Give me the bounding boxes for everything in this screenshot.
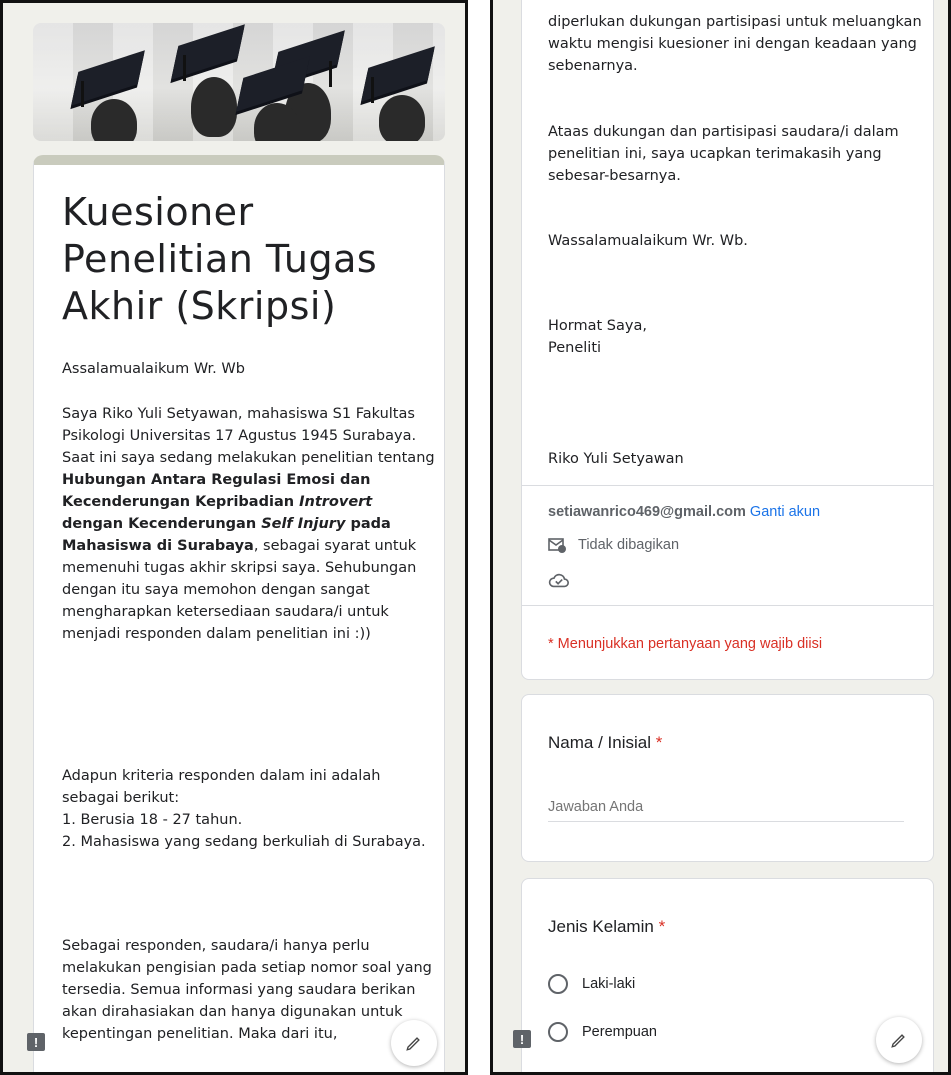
radio-button[interactable] — [548, 1022, 568, 1042]
edit-pencil-button[interactable] — [391, 1020, 437, 1066]
radio-button[interactable] — [548, 974, 568, 994]
form-title: Kuesioner Penelitian Tugas Akhir (Skrips… — [62, 190, 378, 328]
intro-paragraph: Saya Riko Yuli Setyawan, mahasiswa S1 Fa… — [62, 406, 435, 642]
right-screenshot-panel: diperlukan dukungan partisipasi untuk me… — [490, 0, 951, 1075]
not-shared-row: Tidak dibagikan — [548, 537, 679, 553]
question-title: Jenis Kelamin * — [548, 917, 666, 936]
not-shared-label: Tidak dibagikan — [578, 537, 680, 553]
pencil-icon — [406, 1037, 420, 1051]
description-paragraph-3: Wassalamualaikum Wr. Wb. — [548, 233, 748, 249]
description-paragraph-1: diperlukan dukungan partisipasi untuk me… — [548, 14, 922, 74]
closing-paragraph: Sebagai responden, saudara/i hanya perlu… — [62, 938, 432, 1042]
left-screenshot-panel: Kuesioner Penelitian Tugas Akhir (Skrips… — [0, 0, 468, 1075]
email-not-shared-icon — [548, 538, 566, 553]
criteria-block: Adapun kriteria responden dalam ini adal… — [62, 768, 426, 850]
question-title: Nama / Inisial * — [548, 733, 663, 752]
feedback-icon[interactable]: ! — [27, 1033, 45, 1051]
question-card-nama: Nama / Inisial * — [521, 694, 934, 862]
form-header-card: Kuesioner Penelitian Tugas Akhir (Skrips… — [33, 155, 445, 1072]
description-paragraph-2: Ataas dukungan dan partisipasi saudara/i… — [548, 124, 899, 184]
signature-text: Riko Yuli Setyawan — [548, 451, 684, 467]
question-card-jenis-kelamin: Jenis Kelamin * Laki-laki Perempuan — [521, 878, 934, 1072]
header-banner-image — [33, 23, 445, 141]
role-text: Peneliti — [548, 340, 602, 356]
required-note: * Menunjukkan pertanyaan yang wajib diis… — [548, 636, 823, 652]
divider — [522, 605, 933, 606]
edit-pencil-button[interactable] — [876, 1017, 922, 1063]
account-row: setiawanrico469@gmail.com Ganti akun — [548, 504, 820, 520]
radio-option-laki-laki[interactable]: Laki-laki — [548, 974, 635, 994]
pencil-icon — [891, 1034, 905, 1048]
feedback-icon[interactable]: ! — [513, 1030, 531, 1048]
regards-text: Hormat Saya, — [548, 318, 647, 334]
divider — [522, 485, 933, 486]
greeting-text: Assalamualaikum Wr. Wb — [62, 361, 245, 377]
radio-option-perempuan[interactable]: Perempuan — [548, 1022, 657, 1042]
cloud-saved-icon — [548, 571, 570, 593]
account-email: setiawanrico469@gmail.com — [548, 504, 746, 520]
form-description-card: diperlukan dukungan partisipasi untuk me… — [521, 0, 934, 680]
switch-account-link[interactable]: Ganti akun — [750, 504, 820, 520]
nama-answer-input[interactable] — [548, 792, 904, 822]
